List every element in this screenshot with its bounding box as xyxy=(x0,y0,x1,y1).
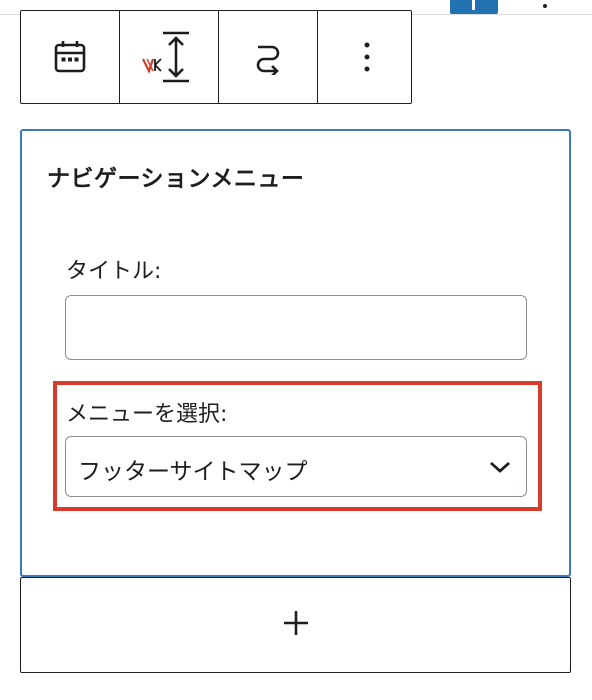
calendar-icon xyxy=(52,39,88,75)
transform-button[interactable] xyxy=(218,11,317,103)
menu-select-value: フッターサイトマップ xyxy=(78,459,308,485)
plus-icon xyxy=(472,0,475,10)
chevron-down-icon xyxy=(488,457,512,481)
title-field-label: タイトル: xyxy=(66,259,162,284)
navigation-menu-widget: ナビゲーションメニュー タイトル: メニューを選択: フッターサイトマップ xyxy=(20,129,571,577)
title-input[interactable] xyxy=(65,295,527,360)
options-button[interactable] xyxy=(317,11,416,103)
block-toolbar xyxy=(20,10,412,104)
plus-icon xyxy=(281,608,311,642)
more-options-icon xyxy=(362,39,372,75)
vertical-spacing-icon xyxy=(139,29,199,85)
menu-select-label: メニューを選択: xyxy=(66,402,228,427)
widget-title: ナビゲーションメニュー xyxy=(47,166,305,192)
add-block-button[interactable] xyxy=(20,577,571,673)
more-options-icon[interactable] xyxy=(543,4,547,8)
loop-arrow-icon xyxy=(250,39,286,75)
block-type-button[interactable] xyxy=(21,11,119,103)
menu-select[interactable]: フッターサイトマップ xyxy=(65,436,527,497)
vk-spacing-button[interactable] xyxy=(119,11,218,103)
add-block-top-button[interactable] xyxy=(450,0,498,14)
